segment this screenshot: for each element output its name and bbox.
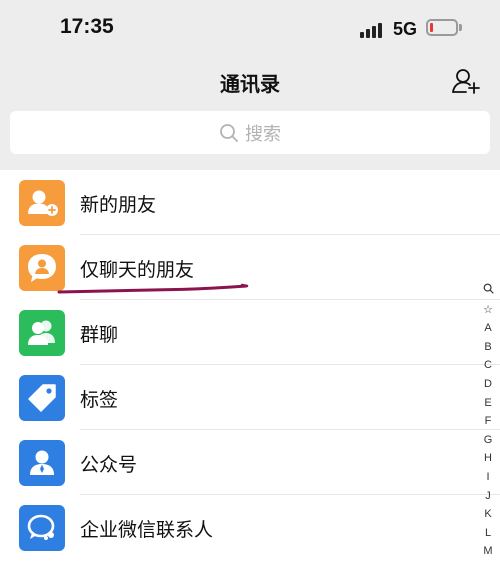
search-icon: [220, 123, 238, 142]
annotation-underline: [57, 283, 249, 294]
index-letter-m[interactable]: M: [483, 542, 492, 561]
index-letter-j[interactable]: J: [485, 487, 491, 506]
tag-icon: [19, 375, 65, 421]
list-item-group-chats[interactable]: 群聊: [0, 300, 500, 365]
network-type: 5G: [393, 19, 418, 39]
list-item-wecom-contacts[interactable]: 企业微信联系人: [0, 495, 500, 560]
index-letter-d[interactable]: D: [484, 375, 492, 394]
status-bar: 17:35 5G: [0, 0, 500, 56]
index-search-icon[interactable]: [483, 282, 494, 301]
index-letter-c[interactable]: C: [484, 356, 492, 375]
add-contact-icon[interactable]: [451, 66, 481, 96]
group-chat-icon: [19, 310, 65, 356]
list-item-new-friends[interactable]: 新的朋友: [0, 170, 500, 235]
index-star-icon[interactable]: ☆: [483, 301, 493, 320]
battery-icon: [426, 19, 458, 36]
list-item-label: 新的朋友: [80, 194, 157, 216]
list-item-label: 仅聊天的朋友: [80, 259, 195, 281]
contacts-function-list: 新的朋友 仅聊天的朋友 群聊 标签 公众号 企业微信联系人: [0, 170, 500, 566]
search-bar[interactable]: 搜索: [10, 111, 490, 154]
index-letter-g[interactable]: G: [484, 431, 493, 450]
index-letter-l[interactable]: L: [485, 524, 491, 543]
index-letter-i[interactable]: I: [486, 468, 489, 487]
list-item-label: 群聊: [80, 324, 119, 346]
index-letter-k[interactable]: K: [484, 505, 491, 524]
index-letter-e[interactable]: E: [484, 394, 491, 413]
list-item-label: 公众号: [80, 454, 138, 476]
list-item-tags[interactable]: 标签: [0, 365, 500, 430]
index-letter-f[interactable]: F: [485, 412, 492, 431]
index-letter-b[interactable]: B: [484, 338, 491, 357]
signal-icon: [360, 22, 384, 38]
index-letter-h[interactable]: H: [484, 449, 492, 468]
list-item-official-accounts[interactable]: 公众号: [0, 430, 500, 495]
add-friend-icon: [19, 180, 65, 226]
official-account-icon: [19, 440, 65, 486]
list-item-label: 标签: [80, 389, 119, 411]
page-title: 通讯录: [220, 72, 280, 96]
search-placeholder: 搜索: [245, 123, 281, 145]
status-time: 17:35: [60, 15, 114, 38]
index-letter-a[interactable]: A: [484, 319, 491, 338]
battery-cap: [459, 24, 462, 31]
wecom-contacts-icon: [19, 505, 65, 551]
battery-level: [430, 23, 433, 32]
list-item-label: 企业微信联系人: [80, 519, 214, 541]
alphabet-index[interactable]: ☆ A B C D E F G H I J K L M: [480, 282, 496, 561]
